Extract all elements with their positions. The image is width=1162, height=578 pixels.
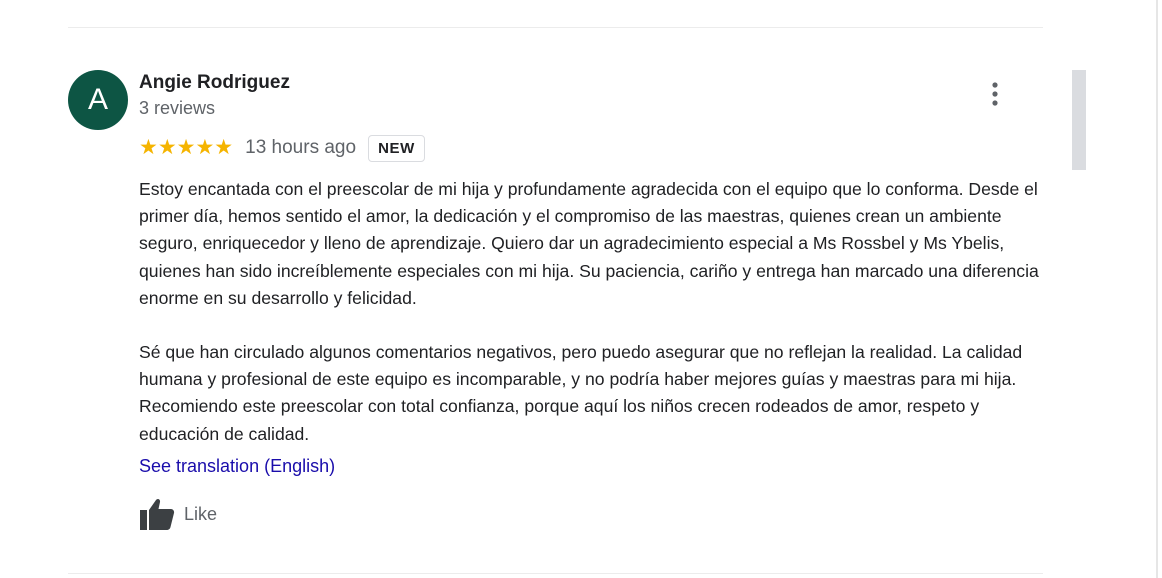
like-button[interactable]: Like xyxy=(139,496,217,532)
author-review-count: 3 reviews xyxy=(139,98,216,118)
rating-row: ★★★★★ 13 hours ago NEW xyxy=(139,133,425,163)
see-translation-link[interactable]: See translation (English) xyxy=(139,456,335,477)
more-options-button[interactable] xyxy=(982,80,1008,110)
author-name[interactable]: Angie Rodriguez xyxy=(139,72,290,94)
top-divider xyxy=(68,27,1043,28)
thumbs-up-icon xyxy=(140,498,175,530)
new-badge: NEW xyxy=(368,134,425,162)
review-paragraph: Estoy encantada con el preescolar de mi … xyxy=(139,179,1039,308)
reviews-panel: A Angie Rodriguez 3 reviews ★★★★★ 13 hou… xyxy=(0,0,1162,578)
more-vertical-icon xyxy=(992,82,998,106)
review-time: 13 hours ago xyxy=(245,137,357,158)
review-paragraph: Sé que han circulado algunos comentarios… xyxy=(139,342,1023,444)
review-text: Estoy encantada con el preescolar de mi … xyxy=(139,176,1049,448)
panel-edge xyxy=(1156,0,1158,578)
like-label: Like xyxy=(184,503,218,524)
scrollbar-thumb[interactable] xyxy=(1072,70,1086,170)
star-rating: ★★★★★ xyxy=(139,136,234,159)
avatar[interactable]: A xyxy=(68,70,128,130)
bottom-divider xyxy=(68,573,1043,574)
